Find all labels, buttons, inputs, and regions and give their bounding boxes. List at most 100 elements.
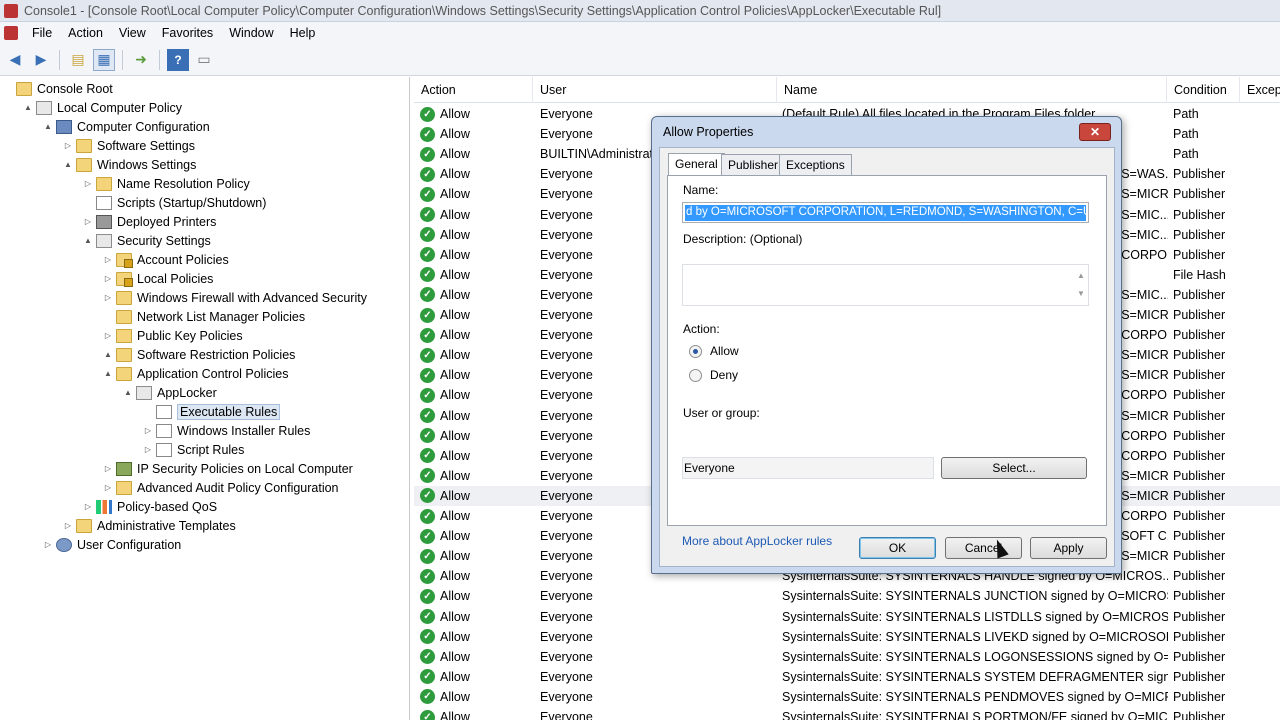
column-header-name[interactable]: Name — [777, 77, 1167, 103]
action-text: Allow — [440, 348, 470, 363]
menu-favorites[interactable]: Favorites — [154, 26, 221, 40]
column-header-condition[interactable]: Condition — [1167, 77, 1240, 103]
table-row[interactable]: ✓ Allow Everyone SysinternalsSuite: SYSINTE… — [414, 607, 1280, 627]
allow-check-icon: ✓ — [420, 146, 435, 162]
tree-node[interactable]: ▷ Administrative Templates — [62, 516, 236, 535]
tree-node[interactable]: ▲ Computer Configuration — [42, 117, 210, 136]
expand-arrow-icon[interactable]: ▷ — [102, 274, 114, 283]
export-list-icon[interactable]: ➜ — [130, 49, 152, 71]
tree-node[interactable]: ▲ AppLocker — [122, 383, 217, 402]
expand-arrow-icon[interactable]: ▷ — [102, 483, 114, 492]
tree-node[interactable]: ▷ IP Security Policies on Local Computer — [102, 459, 353, 478]
collapse-arrow-icon[interactable]: ▲ — [102, 350, 114, 359]
tab-publisher[interactable]: Publisher — [721, 154, 786, 176]
condition-cell: Publisher — [1173, 609, 1226, 624]
tab-general[interactable]: General — [668, 153, 725, 176]
up-folder-icon[interactable]: ▤ — [67, 49, 89, 71]
action-text: Allow — [440, 689, 470, 704]
tree-node[interactable]: ▷ Advanced Audit Policy Configuration — [102, 478, 339, 497]
menu-help[interactable]: Help — [282, 26, 324, 40]
tree-node[interactable]: ▲ Windows Settings — [62, 155, 196, 174]
tree-node[interactable]: Network List Manager Policies — [102, 307, 305, 326]
action-text: Allow — [440, 388, 470, 403]
tree-node[interactable]: ▷ User Configuration — [42, 535, 181, 554]
tree-node[interactable]: ▷ Policy-based QoS — [82, 497, 217, 516]
tree-node[interactable]: ▷ Public Key Policies — [102, 326, 243, 345]
tree-node[interactable]: ▷ Deployed Printers — [82, 212, 216, 231]
tree-node[interactable]: Scripts (Startup/Shutdown) — [82, 193, 266, 212]
select-user-button[interactable]: Select... — [941, 457, 1087, 479]
mmc-app-icon — [4, 3, 18, 18]
collapse-arrow-icon[interactable]: ▲ — [42, 122, 54, 131]
table-row[interactable]: ✓ Allow Everyone SysinternalsSuite: SYSINTE… — [414, 667, 1280, 687]
tree-node[interactable]: ▷ Windows Installer Rules — [142, 421, 310, 440]
cancel-button[interactable]: Cancel — [945, 537, 1022, 559]
tree-node[interactable]: ▲ Software Restriction Policies — [102, 345, 295, 364]
name-cell: SysinternalsSuite: SYSINTERNALS LISTDLLS… — [782, 609, 1168, 624]
expand-arrow-icon[interactable]: ▷ — [102, 293, 114, 302]
allow-radio-label[interactable]: Allow — [710, 344, 739, 358]
collapse-arrow-icon[interactable]: ▲ — [62, 160, 74, 169]
collapse-arrow-icon[interactable]: ▲ — [122, 388, 134, 397]
expand-arrow-icon[interactable]: ▷ — [102, 464, 114, 473]
tree-node[interactable]: ▲ Security Settings — [82, 231, 211, 250]
apply-button[interactable]: Apply — [1030, 537, 1107, 559]
show-hide-tree-icon[interactable]: ▦ — [93, 48, 115, 71]
expand-arrow-icon[interactable]: ▷ — [82, 502, 94, 511]
menu-file[interactable]: File — [24, 26, 60, 40]
menu-view[interactable]: View — [111, 26, 154, 40]
collapse-arrow-icon[interactable]: ▲ — [102, 369, 114, 378]
column-header-user[interactable]: User — [533, 77, 777, 103]
table-row[interactable]: ✓ Allow Everyone SysinternalsSuite: SYSINTE… — [414, 647, 1280, 667]
console-menu-icon[interactable] — [4, 26, 18, 40]
column-header-action[interactable]: Action — [414, 77, 533, 103]
table-row[interactable]: ✓ Allow Everyone SysinternalsSuite: SYSINTE… — [414, 627, 1280, 647]
tree-node[interactable]: ▲ Application Control Policies — [102, 364, 288, 383]
name-field[interactable]: d by O=MICROSOFT CORPORATION, L=REDMOND,… — [682, 202, 1089, 223]
tree-node[interactable]: ▷ Windows Firewall with Advanced Security — [102, 288, 367, 307]
action-text: Allow — [440, 529, 470, 544]
properties-icon[interactable]: ▭ — [193, 49, 215, 71]
tree-node[interactable]: ▷ Local Policies — [102, 269, 213, 288]
table-row[interactable]: ✓ Allow Everyone SysinternalsSuite: SYSINTE… — [414, 586, 1280, 606]
expand-arrow-icon[interactable]: ▷ — [62, 521, 74, 530]
tree-node[interactable]: ▷ Name Resolution Policy — [82, 174, 250, 193]
expand-arrow-icon[interactable]: ▷ — [62, 141, 74, 150]
tree-node[interactable]: Console Root — [2, 79, 113, 98]
toolbar-separator — [59, 49, 60, 70]
forward-icon[interactable]: ▶ — [30, 49, 52, 71]
expand-arrow-icon[interactable]: ▷ — [102, 255, 114, 264]
tree-node[interactable]: ▷ Software Settings — [62, 136, 195, 155]
close-icon[interactable]: ✕ — [1079, 123, 1111, 141]
description-scrollbar[interactable]: ▲ ▼ — [1076, 267, 1086, 303]
expand-arrow-icon[interactable]: ▷ — [82, 179, 94, 188]
tab-exceptions[interactable]: Exceptions — [779, 154, 852, 176]
menu-action[interactable]: Action — [60, 26, 111, 40]
description-field[interactable]: ▲ ▼ — [682, 264, 1089, 306]
column-header-exceptions[interactable]: Excep — [1240, 77, 1280, 103]
allow-check-icon: ✓ — [420, 307, 435, 323]
expand-arrow-icon[interactable]: ▷ — [142, 445, 154, 454]
deny-radio[interactable] — [689, 369, 702, 382]
tree-node[interactable]: ▷ Account Policies — [102, 250, 229, 269]
deny-radio-label[interactable]: Deny — [710, 368, 738, 382]
menu-window[interactable]: Window — [221, 26, 281, 40]
collapse-arrow-icon[interactable]: ▲ — [82, 236, 94, 245]
applocker-help-link[interactable]: More about AppLocker rules — [682, 534, 832, 548]
action-cell: ✓ Allow — [420, 184, 535, 204]
expand-arrow-icon[interactable]: ▷ — [102, 331, 114, 340]
tree-node[interactable]: ▷ Script Rules — [142, 440, 244, 459]
back-icon[interactable]: ◀ — [4, 49, 26, 71]
expand-arrow-icon[interactable]: ▷ — [42, 540, 54, 549]
window-title: Console1 - [Console Root\Local Computer … — [24, 3, 942, 18]
tree-node[interactable]: ▲ Local Computer Policy — [22, 98, 182, 117]
expand-arrow-icon[interactable]: ▷ — [142, 426, 154, 435]
table-row[interactable]: ✓ Allow Everyone SysinternalsSuite: SYSINTE… — [414, 707, 1280, 720]
table-row[interactable]: ✓ Allow Everyone SysinternalsSuite: SYSINTE… — [414, 687, 1280, 707]
tree-node[interactable]: Executable Rules — [142, 402, 281, 421]
expand-arrow-icon[interactable]: ▷ — [82, 217, 94, 226]
ok-button[interactable]: OK — [859, 537, 936, 559]
collapse-arrow-icon[interactable]: ▲ — [22, 103, 34, 112]
allow-radio[interactable] — [689, 345, 702, 358]
help-icon[interactable]: ? — [167, 48, 189, 71]
